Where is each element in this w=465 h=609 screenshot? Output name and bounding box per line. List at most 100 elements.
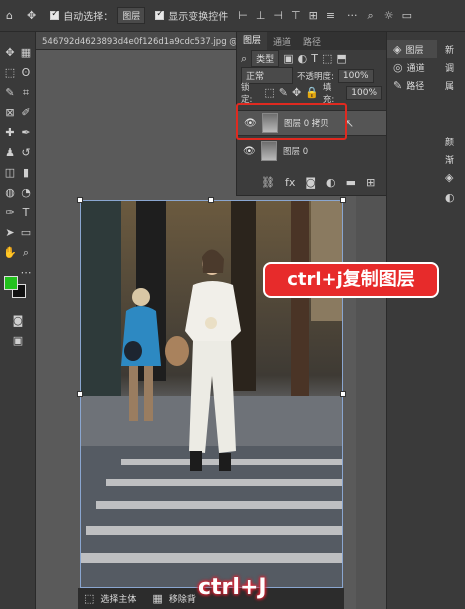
dock-partial-5[interactable]: 渐	[439, 150, 465, 168]
type-tool-icon[interactable]: T	[19, 206, 33, 220]
home-icon[interactable]: ⌂	[6, 10, 13, 21]
dock-partial-2[interactable]: 调	[439, 58, 465, 76]
gradient-tool-icon[interactable]: ▮	[19, 166, 33, 180]
lock-all-icon[interactable]: 🔒	[305, 87, 319, 98]
filter-row: ⌕ 类型 ▣ ◐ T ⬚ ⬒	[237, 50, 386, 67]
new-group-icon[interactable]: ▬	[346, 177, 356, 188]
align-right-icon[interactable]: ⊣	[273, 10, 283, 21]
pen-tool-icon[interactable]: ✑	[3, 206, 17, 220]
dock-channels-label: 通道	[406, 63, 425, 74]
lightbulb-icon[interactable]: ☼	[384, 10, 394, 21]
clone-stamp-tool-icon[interactable]: ♟	[3, 146, 17, 160]
lock-move-icon[interactable]: ✥	[292, 87, 301, 98]
transform-handle-tr[interactable]	[340, 197, 346, 203]
more-tools-icon[interactable]: ⋯	[19, 266, 33, 280]
layer-name[interactable]: 图层 0	[283, 145, 308, 157]
visibility-eye-icon[interactable]: 👁	[243, 146, 256, 157]
add-mask-icon[interactable]: ◙	[305, 177, 316, 188]
filter-adjust-icon[interactable]: ◐	[298, 53, 308, 64]
dock-layers-label: 图层	[405, 45, 424, 56]
move-tool-icon[interactable]: ✥	[3, 46, 17, 60]
lock-paint-icon[interactable]: ✎	[279, 87, 288, 98]
screen-mode-icon[interactable]: ▣	[11, 334, 25, 348]
quick-select-tool-icon[interactable]: ✎	[3, 86, 17, 100]
brush-tool-icon[interactable]: ✒	[19, 126, 33, 140]
path-select-tool-icon[interactable]: ➤	[3, 226, 17, 240]
filter-smart-icon[interactable]: ⬒	[336, 53, 346, 64]
fx-icon[interactable]: fx	[285, 177, 295, 188]
foreground-color-swatch[interactable]	[4, 276, 18, 290]
lock-pixels-icon[interactable]: ⬚	[264, 87, 274, 98]
align-top-icon[interactable]: ⊤	[291, 10, 301, 21]
show-transform-checkbox[interactable]	[155, 9, 165, 20]
marquee-tool-icon[interactable]: ⬚	[3, 66, 17, 80]
artboard-tool-icon[interactable]: ▦	[19, 46, 33, 60]
distribute-icon[interactable]: ≡	[326, 10, 335, 21]
auto-select-checkbox[interactable]	[50, 9, 60, 20]
move-tool-icon[interactable]: ✥	[27, 10, 36, 21]
eraser-tool-icon[interactable]: ◫	[3, 166, 17, 180]
transform-handle-mr[interactable]	[340, 391, 346, 397]
select-subject-button[interactable]: 选择主体	[100, 592, 136, 605]
bottom-caption: ctrl+J	[198, 575, 267, 600]
align-middle-icon[interactable]: ⊞	[309, 10, 318, 21]
show-transform-group: 显示变换控件	[155, 8, 228, 23]
options-bar: ⌂ ✥ 自动选择： 图层 显示变换控件 ⊢ ⊥ ⊣ ⊤ ⊞ ≡ ··· ⌕ ☼ …	[0, 0, 465, 32]
hand-tool-icon[interactable]: ✋	[3, 246, 17, 260]
history-brush-tool-icon[interactable]: ↺	[19, 146, 33, 160]
opacity-input[interactable]: 100%	[337, 68, 374, 83]
blur-tool-icon[interactable]: ◍	[3, 186, 17, 200]
transform-handle-ml[interactable]	[77, 391, 83, 397]
eyedropper-tool-icon[interactable]: ✐	[19, 106, 33, 120]
channels-icon: ◎	[393, 60, 403, 74]
dock-partial-label: 属	[445, 81, 455, 92]
filter-pixel-icon[interactable]: ▣	[283, 53, 293, 64]
dock-partial-label: 调	[445, 63, 455, 74]
crop-tool-icon[interactable]: ⌗	[19, 86, 33, 100]
dock-partial-4[interactable]: 颜	[439, 132, 465, 150]
auto-select-dropdown[interactable]: 图层	[117, 7, 146, 24]
dock-layers[interactable]: ◈ 图层	[387, 40, 437, 58]
search-icon[interactable]: ⌕	[368, 10, 374, 21]
rectangle-tool-icon[interactable]: ▭	[19, 226, 33, 240]
layer-row-base[interactable]: 👁 图层 0	[237, 138, 387, 164]
callout-banner: ctrl+j复制图层	[263, 262, 439, 298]
transform-handle-tl[interactable]	[77, 197, 83, 203]
dock-partial-3[interactable]: 属	[439, 76, 465, 94]
dock-paths[interactable]: ✎ 路径	[387, 76, 437, 94]
remove-background-button[interactable]: 移除背	[169, 592, 196, 605]
dock-icon-b[interactable]: ◐	[445, 192, 455, 203]
filter-shape-icon[interactable]: ⬚	[322, 53, 332, 64]
adjustment-layer-icon[interactable]: ◐	[326, 177, 336, 188]
search-icon: ⌕	[241, 52, 248, 65]
dock-partial-1[interactable]: 新	[439, 40, 465, 58]
frame-tool-icon[interactable]: ⊠	[3, 106, 17, 120]
transform-handle-tm[interactable]	[208, 197, 214, 203]
lasso-tool-icon[interactable]: ʘ	[19, 66, 33, 80]
healing-brush-tool-icon[interactable]: ✚	[3, 126, 17, 140]
document-tab[interactable]: 546792d4623893d4e0f126d1a9cdc537.jpg @ 3…	[36, 32, 236, 50]
quick-mask-icon[interactable]: ◙	[11, 314, 25, 328]
tab-layers[interactable]: 图层	[237, 32, 268, 50]
align-left-icon[interactable]: ⊢	[238, 10, 248, 21]
filter-type-icon[interactable]: T	[311, 53, 318, 64]
align-center-icon[interactable]: ⊥	[256, 10, 266, 21]
document-photo[interactable]	[80, 200, 343, 588]
layers-panel-tabs: 图层 通道 路径	[237, 32, 386, 50]
street-photo	[81, 201, 342, 587]
layers-icon: ◈	[393, 42, 402, 56]
fill-input[interactable]: 100%	[346, 85, 382, 100]
dock-channels[interactable]: ◎ 通道	[387, 58, 437, 76]
zoom-tool-icon[interactable]: ⌕	[19, 246, 33, 260]
dodge-tool-icon[interactable]: ◔	[19, 186, 33, 200]
workspace-icon[interactable]: ▭	[402, 10, 412, 21]
new-layer-icon[interactable]: ⊞	[366, 177, 375, 188]
lock-row: 锁定: ⬚ ✎ ✥ 🔒 填充: 100%	[237, 83, 386, 105]
link-layers-icon[interactable]: ⛓	[261, 177, 275, 188]
more-options[interactable]: ···	[347, 10, 358, 21]
tab-paths[interactable]: 路径	[297, 35, 327, 48]
filter-kind-dropdown[interactable]: 类型	[251, 50, 280, 67]
tab-channels[interactable]: 通道	[267, 35, 297, 48]
dock-icon-a[interactable]: ◈	[445, 172, 453, 183]
dock-partial-label: 颜	[445, 137, 455, 148]
